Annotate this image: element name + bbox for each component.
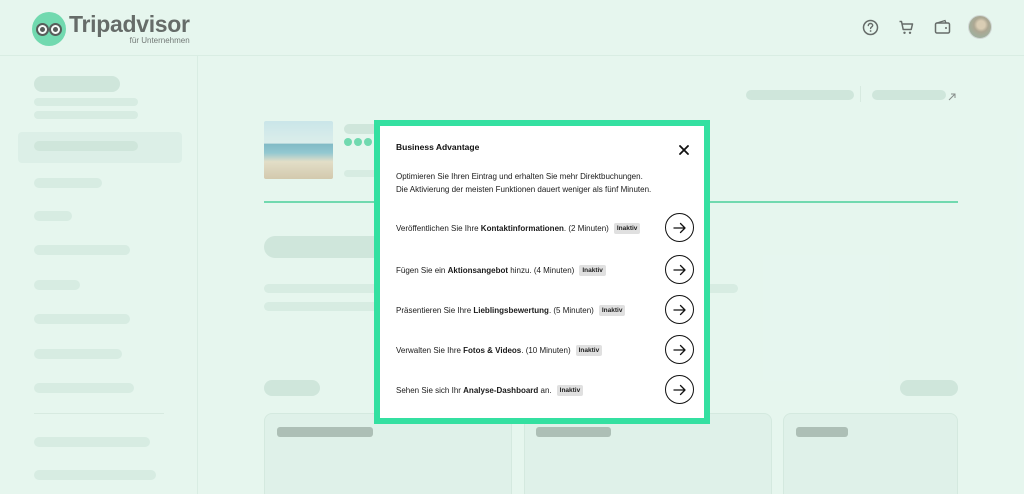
arrow-right-icon[interactable] [665,255,694,284]
feature-row-analytics-dashboard[interactable]: Sehen Sie sich Ihr Analyse-Dashboard an.… [396,375,694,405]
feature-label: Sehen Sie sich Ihr Analyse-Dashboard an. [396,385,552,395]
intro-line: Optimieren Sie Ihren Eintrag und erhalte… [396,172,643,181]
status-badge: Inaktiv [556,384,584,396]
feature-label: Veröffentlichen Sie Ihre Kontaktinformat… [396,223,609,233]
arrow-right-icon[interactable] [665,213,694,242]
feature-row-contact-info[interactable]: Veröffentlichen Sie Ihre Kontaktinformat… [396,213,694,243]
arrow-right-icon[interactable] [665,335,694,364]
feature-row-promotion[interactable]: Fügen Sie ein Aktionsangebot hinzu. (4 M… [396,255,694,285]
feature-row-photos-videos[interactable]: Verwalten Sie Ihre Fotos & Videos. (10 M… [396,335,694,365]
close-icon[interactable] [676,142,692,158]
feature-label: Präsentieren Sie Ihre Lieblingsbewertung… [396,305,594,315]
modal-intro: Optimieren Sie Ihren Eintrag und erhalte… [396,170,696,196]
feature-label: Fügen Sie ein Aktionsangebot hinzu. (4 M… [396,265,575,275]
intro-line: Die Aktivierung der meisten Funktionen d… [396,185,652,194]
business-advantage-modal: Business Advantage Optimieren Sie Ihren … [374,120,710,424]
status-badge: Inaktiv [613,222,641,234]
modal-title: Business Advantage [396,142,480,152]
feature-label: Verwalten Sie Ihre Fotos & Videos. (10 M… [396,345,571,355]
feature-row-favorite-review[interactable]: Präsentieren Sie Ihre Lieblingsbewertung… [396,295,694,325]
arrow-right-icon[interactable] [665,295,694,324]
status-badge: Inaktiv [579,264,606,276]
arrow-right-icon[interactable] [665,375,694,404]
status-badge: Inaktiv [575,344,603,356]
status-badge: Inaktiv [598,304,626,316]
